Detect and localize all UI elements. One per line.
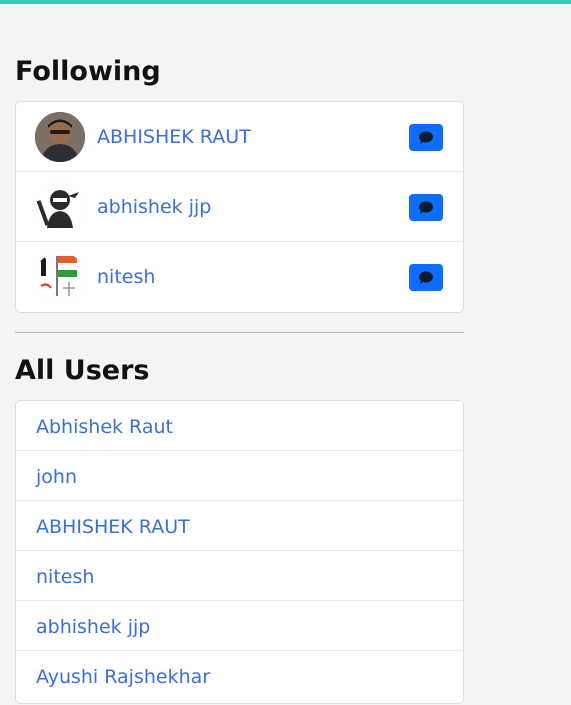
user-avatar[interactable] [35,182,85,232]
list-item: abhishek jjp [16,601,463,651]
following-user-link[interactable]: nitesh [97,266,155,288]
following-user-link[interactable]: ABHISHEK RAUT [97,126,251,148]
user-avatar[interactable] [35,252,85,302]
list-item: ABHISHEK RAUT [16,501,463,551]
user-link[interactable]: ABHISHEK RAUT [36,516,190,538]
user-link[interactable]: Abhishek Raut [36,416,173,438]
message-button[interactable] [409,124,443,151]
user-link[interactable]: abhishek jjp [36,616,150,638]
chat-bubble-icon [419,271,433,284]
all-users-heading: All Users [15,355,150,386]
section-divider [15,332,464,333]
following-row: nitesh [16,242,463,311]
list-item: Abhishek Raut [16,401,463,451]
following-row: ABHISHEK RAUT [16,102,463,172]
following-user-link[interactable]: abhishek jjp [97,196,211,218]
user-link[interactable]: nitesh [36,566,94,588]
list-item: john [16,451,463,501]
message-button[interactable] [409,194,443,221]
user-link[interactable]: Ayushi Rajshekhar [36,666,210,688]
list-item: Ayushi Rajshekhar [16,651,463,700]
chat-bubble-icon [419,131,433,144]
following-row: abhishek jjp [16,172,463,242]
list-item: nitesh [16,551,463,601]
message-button[interactable] [409,264,443,291]
chat-bubble-icon [419,201,433,214]
following-heading: Following [15,56,161,87]
top-accent-bar [0,0,571,4]
all-users-list: Abhishek Raut john ABHISHEK RAUT nitesh … [15,400,464,704]
user-avatar[interactable] [35,112,85,162]
following-list: ABHISHEK RAUT abhishek jjp nitesh [15,101,464,313]
user-link[interactable]: john [36,466,77,488]
